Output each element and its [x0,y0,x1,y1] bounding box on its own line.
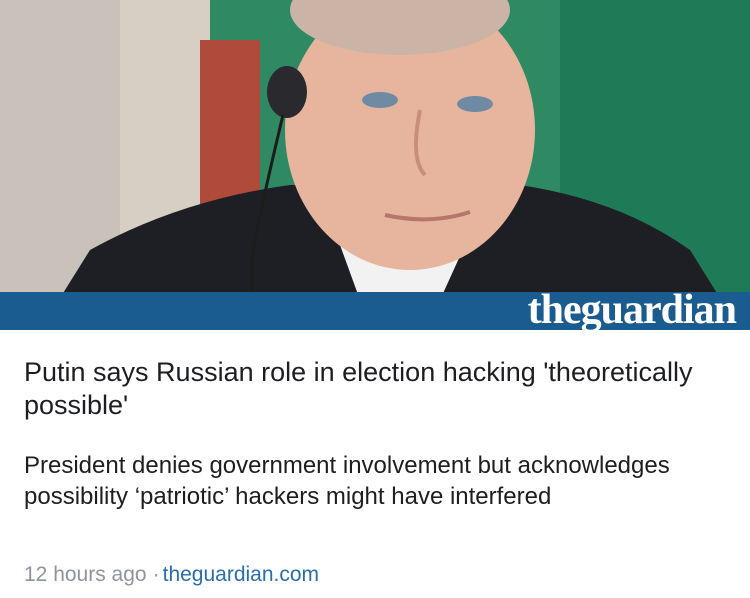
article-image[interactable]: theguardian [0,0,750,330]
article-meta: 12 hours ago · theguardian.com [24,562,319,588]
article-headline[interactable]: Putin says Russian role in election hack… [24,356,724,422]
article-photo [0,0,750,330]
timestamp: 12 hours ago [24,563,147,586]
source-link[interactable]: theguardian.com [163,563,319,586]
link-preview-card[interactable]: theguardian Putin says Russian role in e… [0,0,750,598]
article-summary: President denies government involvement … [24,452,670,510]
guardian-logo: theguardian [527,287,737,330]
separator-dot: · [152,563,160,586]
